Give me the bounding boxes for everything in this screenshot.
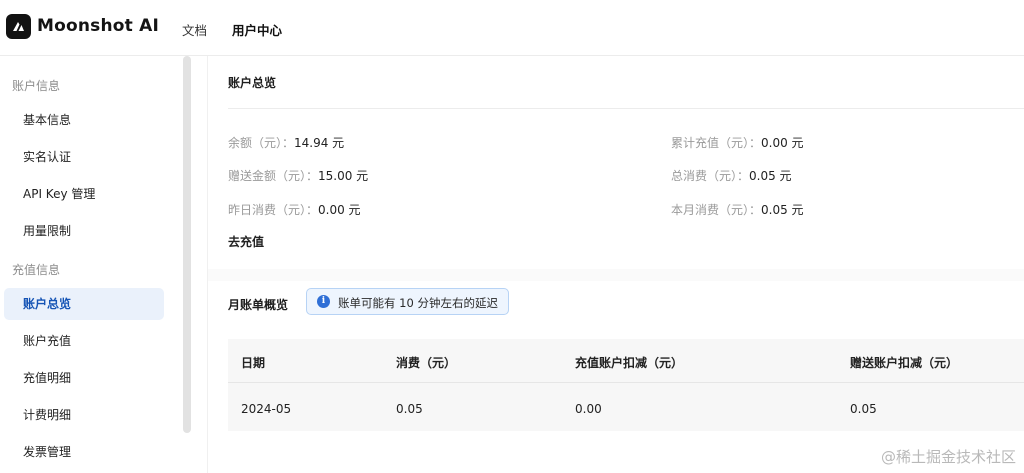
- stat-gift-amount-label: 赠送金额（元）：: [228, 169, 319, 183]
- sidebar-item-api-key[interactable]: API Key 管理: [4, 178, 164, 210]
- moonshot-logo-icon[interactable]: [6, 14, 31, 39]
- sidebar-item-usage-limit[interactable]: 用量限制: [4, 215, 164, 247]
- stat-yesterday-consumption: 昨日消费（元）：0.00 元: [228, 201, 361, 218]
- stat-total-consumption-label: 总消费（元）：: [671, 169, 750, 183]
- stat-month-consumption-value: 0.05 元: [761, 203, 804, 217]
- sidebar-item-account-overview[interactable]: 账户总览: [4, 288, 164, 320]
- sidebar: 账户信息 基本信息 实名认证 API Key 管理 用量限制 充值信息 账户总览…: [0, 56, 208, 473]
- overview-divider: [228, 108, 1024, 109]
- delay-notice-text: 账单可能有 10 分钟左右的延迟: [338, 296, 498, 310]
- sidebar-group-recharge-info: 充值信息: [12, 263, 61, 277]
- sidebar-item-billing-details[interactable]: 计费明细: [4, 399, 164, 431]
- stat-total-consumption: 总消费（元）：0.05 元: [671, 167, 792, 184]
- nav-docs[interactable]: 文档: [182, 20, 207, 39]
- sidebar-item-invoice-management[interactable]: 发票管理: [4, 436, 164, 468]
- column-header-gift-deduction: 赠送账户扣减（元）: [850, 356, 959, 370]
- nav-user-center[interactable]: 用户中心: [232, 20, 282, 39]
- stat-yesterday-consumption-label: 昨日消费（元）：: [228, 203, 319, 217]
- stat-month-consumption: 本月消费（元）：0.05 元: [671, 201, 804, 218]
- stat-balance-value: 14.94 元: [294, 136, 345, 150]
- stat-month-consumption-label: 本月消费（元）：: [671, 203, 762, 217]
- column-header-date: 日期: [241, 356, 266, 370]
- stat-balance: 余额（元）：14.94 元: [228, 134, 344, 151]
- sidebar-scrollbar[interactable]: [183, 56, 191, 433]
- stat-yesterday-consumption-value: 0.00 元: [318, 203, 361, 217]
- stat-total-recharge-value: 0.00 元: [761, 136, 804, 150]
- stat-total-consumption-value: 0.05 元: [749, 169, 792, 183]
- table-cell-date: 2024-05: [241, 402, 292, 416]
- sidebar-item-verification[interactable]: 实名认证: [4, 141, 164, 173]
- stat-total-recharge-label: 累计充值（元）：: [671, 136, 762, 150]
- table-header-divider: [228, 382, 1024, 383]
- stat-total-recharge: 累计充值（元）：0.00 元: [671, 134, 804, 151]
- sidebar-item-recharge-details[interactable]: 充值明细: [4, 362, 164, 394]
- stat-balance-label: 余额（元）：: [228, 136, 295, 150]
- monthly-bill-table: 日期 消费（元） 充值账户扣减（元） 赠送账户扣减（元） 2024-05 0.0…: [228, 339, 1024, 431]
- recharge-link[interactable]: 去充值: [228, 233, 264, 250]
- stat-gift-amount-value: 15.00 元: [318, 169, 369, 183]
- info-icon: i: [317, 295, 330, 308]
- table-cell-consumption: 0.05: [396, 402, 423, 416]
- table-cell-recharge-deduction: 0.00: [575, 402, 602, 416]
- overview-title: 账户总览: [228, 76, 277, 90]
- sidebar-item-basic-info[interactable]: 基本信息: [4, 104, 164, 136]
- logo-text[interactable]: Moonshot AI: [37, 16, 159, 36]
- top-header: Moonshot AI 文档 用户中心: [0, 0, 1024, 56]
- section-separator: [208, 269, 1024, 281]
- stat-gift-amount: 赠送金额（元）：15.00 元: [228, 167, 368, 184]
- watermark: @稀土掘金技术社区: [880, 448, 1016, 466]
- column-header-consumption: 消费（元）: [396, 356, 457, 370]
- main-content: 账户总览 余额（元）：14.94 元 累计充值（元）：0.00 元 赠送金额（元…: [208, 56, 1024, 473]
- delay-notice: i 账单可能有 10 分钟左右的延迟: [306, 288, 509, 315]
- table-cell-gift-deduction: 0.05: [850, 402, 877, 416]
- sidebar-group-account-info: 账户信息: [12, 79, 61, 93]
- column-header-recharge-deduction: 充值账户扣减（元）: [575, 356, 684, 370]
- sidebar-item-account-recharge[interactable]: 账户充值: [4, 325, 164, 357]
- monthly-bill-title: 月账单概览: [228, 298, 289, 312]
